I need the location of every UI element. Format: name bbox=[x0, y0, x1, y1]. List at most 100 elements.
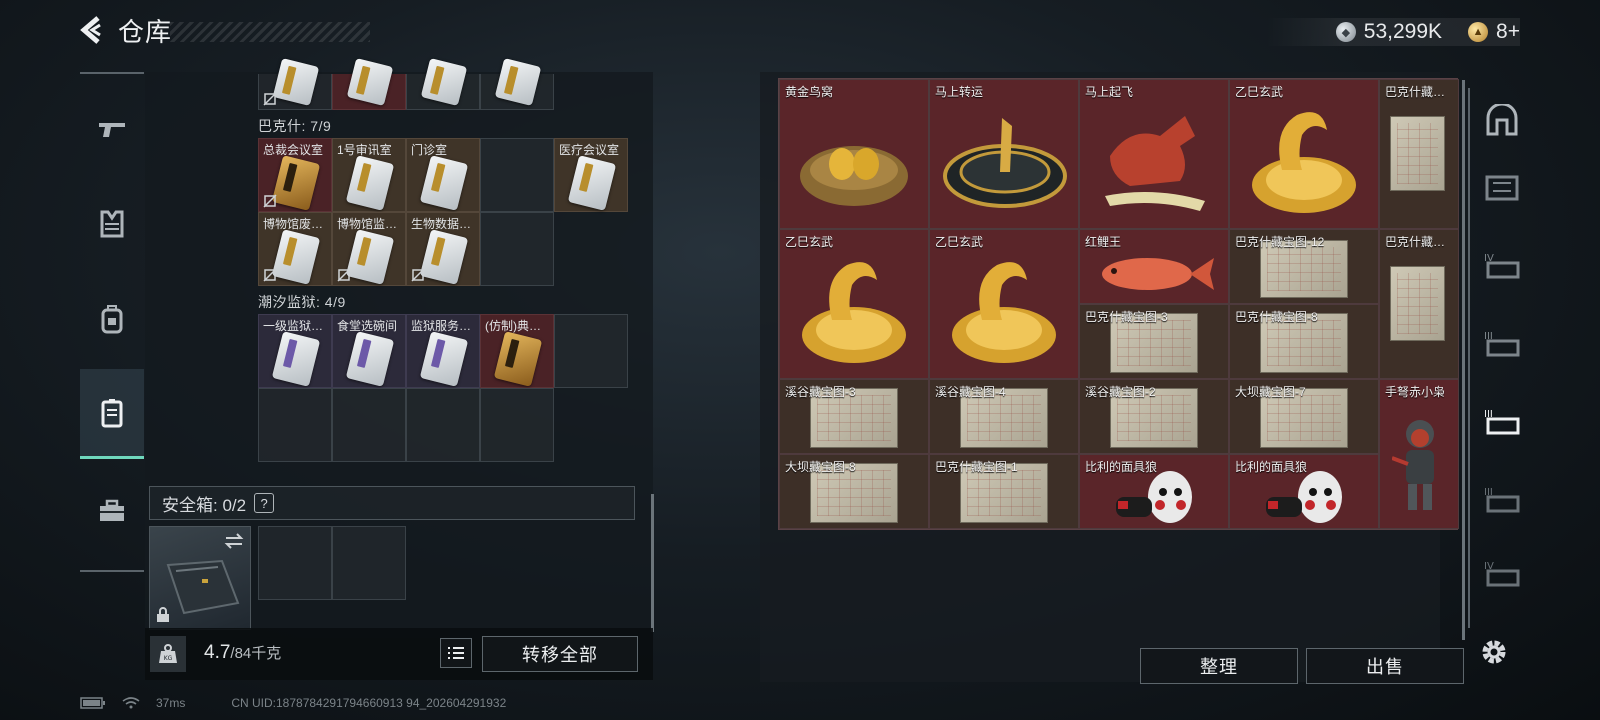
empty-cell[interactable] bbox=[554, 314, 628, 388]
settings-button[interactable] bbox=[1478, 636, 1510, 668]
ping-readout: 37ms bbox=[156, 696, 186, 710]
item-billy-mask[interactable]: 比利的面具狼 bbox=[1229, 454, 1379, 529]
silver-amount: 53,299K bbox=[1363, 20, 1443, 43]
sell-button[interactable]: 出售 bbox=[1306, 648, 1464, 684]
item-valley-map-3[interactable]: 溪谷藏宝图-3 bbox=[779, 379, 929, 454]
no-transfer-icon bbox=[337, 268, 351, 282]
item-bakesh-map[interactable]: 巴克什藏… bbox=[1379, 79, 1459, 229]
item-bakesh-map-12[interactable]: 巴克什藏宝图-12 bbox=[1229, 229, 1379, 304]
keycard-icon bbox=[345, 229, 395, 285]
partial-cell[interactable] bbox=[332, 57, 406, 110]
item-valley-map-2[interactable]: 溪谷藏宝图-2 bbox=[1079, 379, 1229, 454]
crate-icon bbox=[1485, 175, 1519, 201]
empty-cell[interactable] bbox=[480, 388, 554, 462]
keycard-icon bbox=[271, 331, 321, 387]
keycard-cell[interactable]: 生物数据… bbox=[406, 212, 480, 286]
golden-tortoise-icon bbox=[1252, 112, 1356, 213]
gold-amount[interactable]: 8+ bbox=[1496, 20, 1520, 44]
left-scrollbar[interactable] bbox=[651, 494, 654, 632]
shelf-iii-icon: III bbox=[1484, 331, 1520, 357]
item-bakesh-map[interactable]: 巴克什藏… bbox=[1379, 229, 1459, 379]
keycard-cell[interactable]: 博物馆监… bbox=[332, 212, 406, 286]
svg-text:KG: KG bbox=[164, 655, 173, 662]
keycard-cell[interactable]: 一级监狱… bbox=[258, 314, 332, 388]
item-golden-nest[interactable]: 黄金鸟窝 bbox=[779, 79, 929, 229]
status-bar: 37ms CN UID:1878784291794660913 94_20260… bbox=[80, 696, 506, 710]
no-transfer-icon bbox=[263, 92, 277, 106]
help-button[interactable]: ? bbox=[254, 493, 275, 513]
puppet-icon bbox=[1116, 471, 1192, 523]
nav-box-level[interactable] bbox=[1482, 168, 1522, 208]
item-crossbow-figure[interactable]: 手弩赤小枭 bbox=[1379, 379, 1459, 529]
item-dam-map-7[interactable]: 大坝藏宝图-7 bbox=[1229, 379, 1379, 454]
empty-cell[interactable] bbox=[480, 212, 554, 286]
item-red-horse[interactable]: 马上起飞 bbox=[1079, 79, 1229, 229]
item-golden-tortoise[interactable]: 乙巳玄武 bbox=[1229, 79, 1379, 229]
safe-slot-empty[interactable] bbox=[332, 526, 406, 600]
nav-shelf-iii-b[interactable]: III bbox=[1482, 480, 1522, 520]
keycard-cell[interactable]: 医疗会议室 bbox=[554, 138, 628, 212]
empty-cell[interactable] bbox=[406, 388, 480, 462]
nav-backpack[interactable] bbox=[80, 274, 144, 364]
group-title-bakesh: 巴克什: 7/9 bbox=[258, 118, 332, 134]
back-button[interactable] bbox=[78, 15, 104, 45]
keycard-cell[interactable]: 总裁会议室 bbox=[258, 138, 332, 212]
item-dam-map-8[interactable]: 大坝藏宝图-8 bbox=[779, 454, 929, 529]
golden-nest-icon bbox=[800, 146, 908, 206]
battery-icon bbox=[80, 697, 105, 709]
figure-icon bbox=[1392, 420, 1434, 510]
keycard-cell[interactable]: 博物馆废… bbox=[258, 212, 332, 286]
safe-slot-empty[interactable] bbox=[258, 526, 332, 600]
keycard-cell[interactable]: 食堂选碗间 bbox=[332, 314, 406, 388]
keycard-cell[interactable]: 门诊室 bbox=[406, 138, 480, 212]
keycard-icon bbox=[419, 229, 469, 285]
swap-icon[interactable] bbox=[224, 533, 244, 549]
nav-shelf-iv[interactable]: IV bbox=[1482, 246, 1522, 286]
puppet-icon bbox=[1266, 471, 1342, 523]
gear-icon bbox=[1482, 640, 1506, 664]
safe-box-slot[interactable] bbox=[149, 526, 251, 630]
right-sidebar: IV III III III IV bbox=[1468, 88, 1526, 628]
item-bakesh-map-1[interactable]: 巴克什藏宝图-1 bbox=[929, 454, 1079, 529]
transfer-all-button[interactable]: 转移全部 bbox=[482, 636, 638, 672]
partial-cell[interactable] bbox=[406, 57, 480, 110]
item-bakesh-map-3[interactable]: 巴克什藏宝图-3 bbox=[1079, 304, 1229, 379]
left-sidebar bbox=[80, 72, 144, 572]
item-golden-tortoise[interactable]: 乙巳玄武 bbox=[779, 229, 929, 379]
partial-cell[interactable] bbox=[480, 57, 554, 110]
golden-tortoise-icon bbox=[952, 262, 1056, 363]
partial-cell[interactable] bbox=[258, 57, 332, 110]
item-billy-mask[interactable]: 比利的面具狼 bbox=[1079, 454, 1229, 529]
empty-cell[interactable] bbox=[332, 388, 406, 462]
right-scrollbar[interactable] bbox=[1462, 80, 1465, 640]
wifi-icon bbox=[122, 697, 140, 709]
nav-container[interactable] bbox=[1482, 100, 1522, 140]
page-title: 仓库 bbox=[118, 16, 173, 47]
nav-shelf-iv-b[interactable]: IV bbox=[1482, 554, 1522, 594]
list-view-button[interactable] bbox=[440, 638, 472, 668]
nav-toolbox[interactable] bbox=[80, 466, 144, 556]
locker-icon bbox=[101, 398, 123, 427]
nav-shelf-iii-active[interactable]: III bbox=[1482, 402, 1522, 442]
nav-weapons[interactable] bbox=[80, 84, 144, 174]
nav-storage[interactable] bbox=[80, 369, 144, 459]
horse-statue-icon bbox=[1105, 116, 1205, 211]
header: 仓库 bbox=[78, 14, 173, 47]
keycard-cell[interactable]: 1号审讯室 bbox=[332, 138, 406, 212]
empty-cell[interactable] bbox=[258, 388, 332, 462]
keycard-cell[interactable]: (仿制)典… bbox=[480, 314, 554, 388]
keycard-cell[interactable]: 监狱服务… bbox=[406, 314, 480, 388]
item-valley-map-4[interactable]: 溪谷藏宝图-4 bbox=[929, 379, 1079, 454]
sort-button[interactable]: 整理 bbox=[1140, 648, 1298, 684]
no-transfer-icon bbox=[411, 268, 425, 282]
gun-icon bbox=[99, 123, 125, 137]
item-fortune-wheel[interactable]: 马上转运 bbox=[929, 79, 1079, 229]
safe-box-header: 安全箱: 0/2 ? bbox=[149, 486, 635, 520]
nav-shelf-iii[interactable]: III bbox=[1482, 324, 1522, 364]
item-golden-tortoise[interactable]: 乙巳玄武 bbox=[929, 229, 1079, 379]
item-red-carp[interactable]: 红鲤王 bbox=[1079, 229, 1229, 304]
uid-readout: CN UID:1878784291794660913 94_2026042919… bbox=[231, 696, 507, 710]
empty-cell[interactable] bbox=[480, 138, 554, 212]
item-bakesh-map-8[interactable]: 巴克什藏宝图-8 bbox=[1229, 304, 1379, 379]
nav-armor[interactable] bbox=[80, 179, 144, 269]
